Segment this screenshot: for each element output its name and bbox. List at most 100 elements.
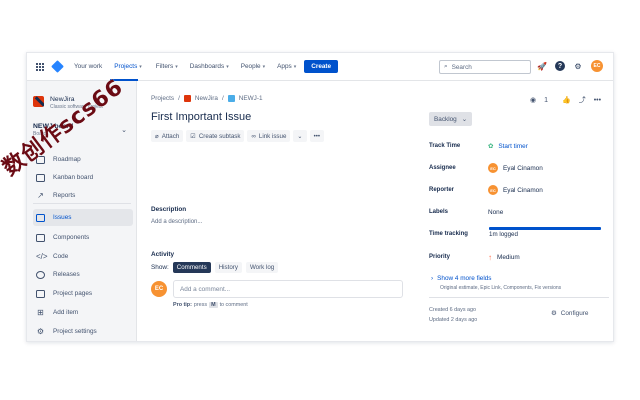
created-date: Created 6 days ago <box>429 307 477 313</box>
chevron-down-icon: ▾ <box>262 63 266 70</box>
avatar: EC <box>151 281 167 297</box>
sidebar-item-label: Issues <box>53 214 72 221</box>
priority-medium-icon: ↑ <box>488 252 492 262</box>
description-label: Description <box>151 206 187 213</box>
jira-logo-icon[interactable] <box>51 60 64 73</box>
nav-apps[interactable]: Apps ▾ <box>277 63 296 70</box>
sidebar-item-components[interactable]: Components <box>33 229 133 246</box>
field-priority: Priority ↑ Medium <box>429 252 520 262</box>
shortcut-key: M <box>209 302 218 308</box>
project-avatar-icon <box>183 95 191 102</box>
sidebar-item-label: Add item <box>53 309 79 316</box>
search-input[interactable]: ⌕ Search <box>439 60 531 74</box>
more-icon: ••• <box>313 132 321 140</box>
issue-toolbar: ◉ 1 👍 ⤴ ••• <box>530 95 601 105</box>
more-actions-button[interactable]: ••• <box>309 130 325 142</box>
sidebar-item-label: Code <box>53 253 69 260</box>
sidebar-item-add-item[interactable]: ⊞ Add item <box>33 304 133 321</box>
reporter-value[interactable]: EC Eyal Cinamon <box>488 185 543 195</box>
labels-value[interactable]: None <box>488 209 503 216</box>
divider <box>429 297 609 298</box>
link-issue-dropdown[interactable]: ⌄ <box>293 130 307 142</box>
notifications-icon[interactable]: 🚀 <box>536 60 548 72</box>
status-dropdown[interactable]: Backlog ⌄ <box>429 112 473 126</box>
sidebar-item-project-pages[interactable]: Project pages <box>33 285 133 302</box>
more-fields-list: Original estimate, Epic Link, Components… <box>440 285 562 291</box>
gear-icon: ⚙ <box>551 310 557 317</box>
time-tracking-bar <box>489 227 601 230</box>
breadcrumb-project-link[interactable]: NewJira <box>195 95 218 102</box>
attach-button[interactable]: ⌀ Attach <box>151 130 184 142</box>
create-subtask-button[interactable]: ☑ Create subtask <box>186 130 245 142</box>
project-avatar-icon <box>33 96 44 107</box>
chevron-right-icon: › <box>431 275 434 282</box>
nav-dashboards[interactable]: Dashboards ▾ <box>190 63 229 70</box>
field-labels: Labels None <box>429 208 504 216</box>
sidebar-divider <box>33 203 131 204</box>
sidebar-item-project-settings[interactable]: ⚙ Project settings <box>33 323 133 340</box>
time-tracking-value[interactable]: 1m logged <box>429 227 613 241</box>
sidebar-item-kanban-board[interactable]: Kanban board <box>33 169 133 186</box>
app-switcher-icon[interactable] <box>36 62 44 71</box>
board-icon <box>36 173 45 182</box>
help-icon[interactable]: ? <box>555 61 565 71</box>
page-icon <box>36 289 45 298</box>
watch-icon[interactable]: ◉ <box>530 96 536 104</box>
code-icon: </> <box>36 251 48 261</box>
subtask-icon: ☑ <box>190 132 196 140</box>
issue-details-panel: ◉ 1 👍 ⤴ ••• Backlog ⌄ Track Time ✿ Start … <box>427 81 613 341</box>
chevron-down-icon: ▾ <box>175 63 178 70</box>
sidebar-item-label: Kanban board <box>53 174 94 181</box>
watcher-count: 1 <box>544 96 549 104</box>
gear-icon: ⚙ <box>36 326 45 336</box>
description-field[interactable]: Add a description... <box>151 219 202 225</box>
sidebar-item-reports[interactable]: ↗ Reports <box>33 187 133 204</box>
more-icon[interactable]: ••• <box>594 97 601 104</box>
breadcrumb-issue-link[interactable]: NEWJ-1 <box>239 95 263 102</box>
configure-button[interactable]: ⚙ Configure <box>551 309 588 318</box>
sidebar-item-label: Components <box>53 234 90 241</box>
nav-people[interactable]: People ▾ <box>241 63 265 70</box>
start-timer-button[interactable]: ✿ Start timer <box>488 142 528 151</box>
tab-comments[interactable]: Comments <box>172 262 211 273</box>
nav-projects[interactable]: Projects ▾ <box>114 63 144 70</box>
share-icon[interactable]: ⤴ <box>579 95 586 105</box>
updated-date: Updated 2 days ago <box>429 317 478 323</box>
activity-label: Activity <box>151 251 175 258</box>
add-item-icon: ⊞ <box>37 307 44 317</box>
issue-actions: ⌀ Attach ☑ Create subtask ∞ Link issue ⌄ ••… <box>151 130 325 142</box>
top-icons: 🚀 ? ⚙ EC <box>536 60 603 72</box>
show-more-fields-button[interactable]: › Show 4 more fields <box>431 275 492 282</box>
avatar: EC <box>488 185 498 195</box>
search-icon: ⌕ <box>444 63 448 70</box>
sidebar-item-label: Reports <box>53 192 76 199</box>
field-track-time: Track Time ✿ Start timer <box>429 142 528 151</box>
settings-gear-icon[interactable]: ⚙ <box>572 60 584 72</box>
issues-icon <box>36 213 45 222</box>
tab-history[interactable]: History <box>214 262 242 273</box>
sidebar-item-releases[interactable]: Releases <box>33 266 133 283</box>
sidebar-item-label: Roadmap <box>53 156 81 163</box>
sidebar-item-issues[interactable]: Issues <box>33 209 133 226</box>
priority-value[interactable]: ↑ Medium <box>488 253 520 262</box>
chart-icon: ↗ <box>37 190 44 200</box>
comment-input[interactable]: Add a comment... <box>173 280 403 298</box>
paperclip-icon: ⌀ <box>155 132 159 140</box>
tab-work-log[interactable]: Work log <box>245 262 279 273</box>
field-time-tracking: Time tracking 1m logged <box>429 227 613 241</box>
chevron-down-icon: ⌄ <box>297 132 303 140</box>
sidebar-item-code[interactable]: </> Code <box>33 248 133 265</box>
breadcrumb-projects-link[interactable]: Projects <box>151 95 174 102</box>
chevron-down-icon: ⌄ <box>121 127 127 134</box>
assignee-value[interactable]: EC Eyal Cinamon <box>488 163 543 173</box>
link-icon: ∞ <box>251 132 256 140</box>
chevron-down-icon: ▾ <box>293 63 297 70</box>
nav-your-work[interactable]: Your work <box>74 63 102 70</box>
avatar[interactable]: EC <box>591 60 603 72</box>
timer-icon: ✿ <box>488 143 494 150</box>
link-issue-button[interactable]: ∞ Link issue <box>247 130 291 142</box>
nav-filters[interactable]: Filters ▾ <box>156 63 178 70</box>
like-icon[interactable]: 👍 <box>562 96 571 104</box>
issue-title[interactable]: First Important Issue <box>151 111 251 123</box>
create-button[interactable]: Create <box>304 60 339 73</box>
